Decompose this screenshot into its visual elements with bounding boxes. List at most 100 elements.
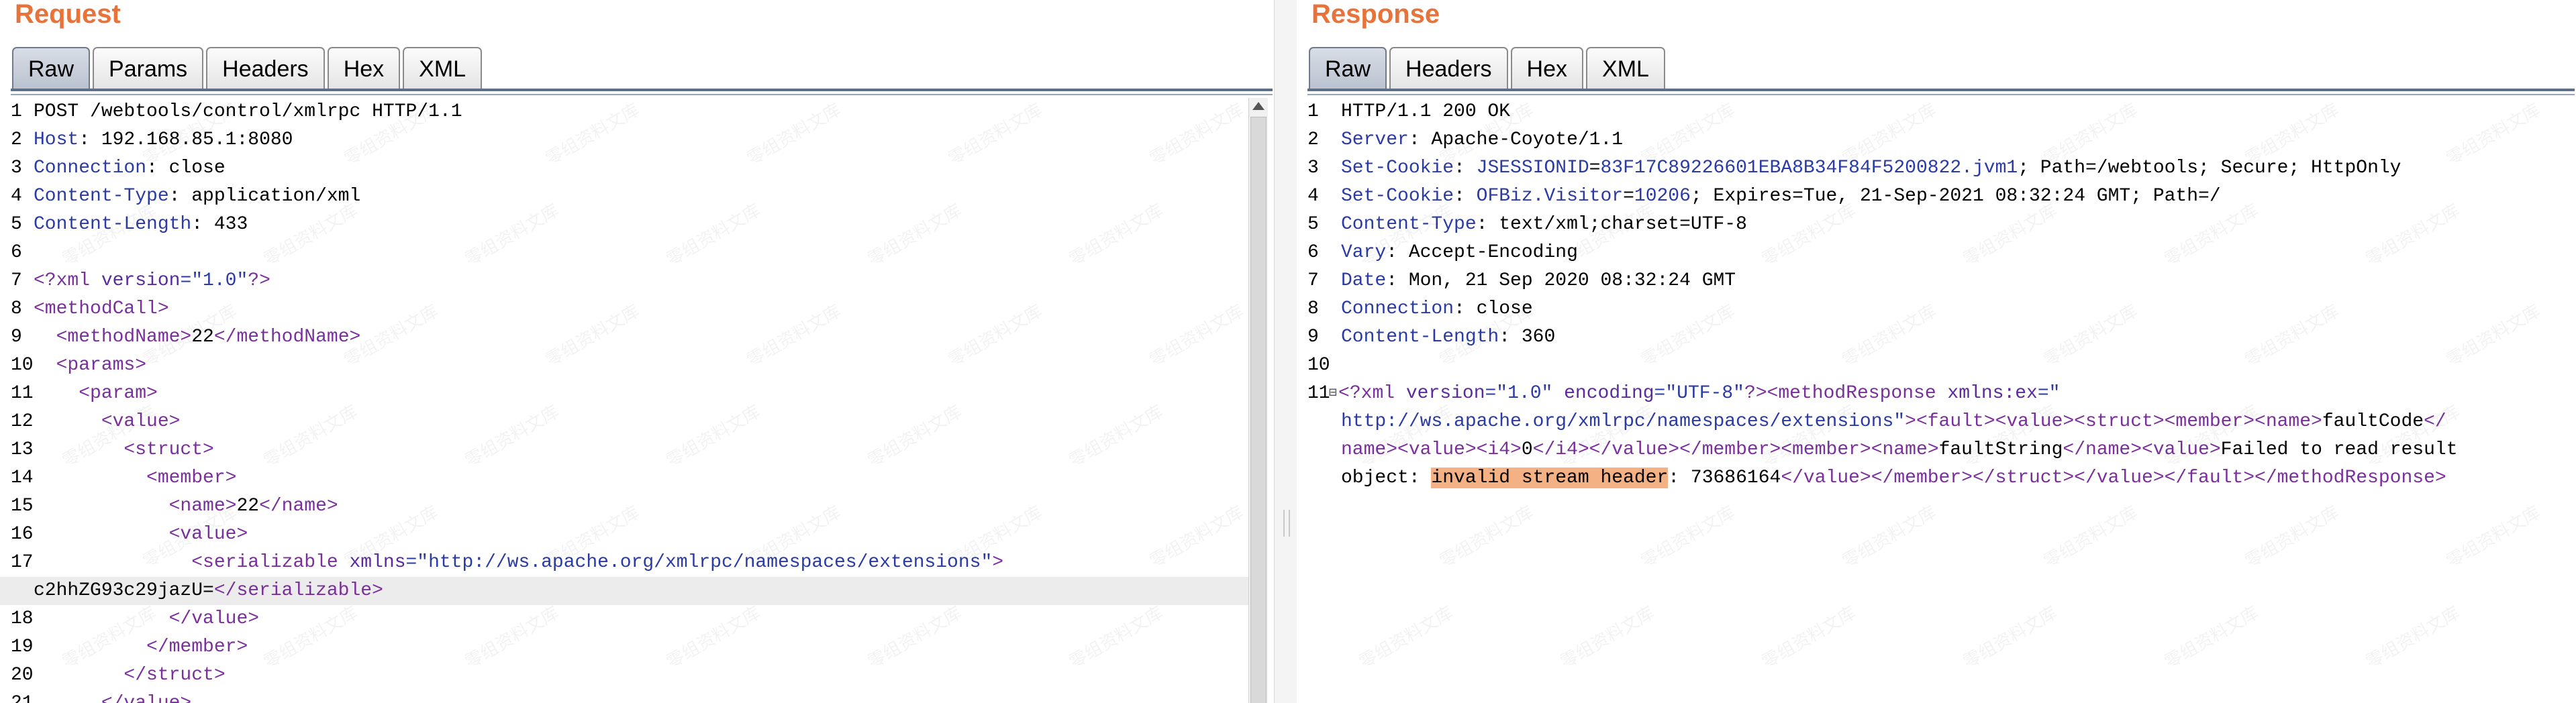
- tab-hex[interactable]: Hex: [1510, 47, 1584, 90]
- code-text: c2hhZG93c29jazU=</serializable>: [34, 577, 383, 605]
- line-number: 20: [11, 665, 34, 686]
- line-number: 12: [11, 411, 34, 432]
- scroll-up-arrow-icon[interactable]: [1252, 102, 1265, 110]
- pane-splitter[interactable]: [1274, 0, 1298, 703]
- scroll-thumb[interactable]: [1250, 117, 1267, 703]
- request-scrollbar[interactable]: [1248, 98, 1268, 703]
- code-token: <methodName>: [34, 327, 192, 347]
- line-number: 7: [11, 270, 22, 291]
- code-text: POST /webtools/control/xmlrpc HTTP/1.1: [34, 98, 462, 126]
- code-token: : 192.168.85.1:8080: [79, 129, 293, 150]
- code-line: c2hhZG93c29jazU=</serializable>: [0, 577, 1248, 605]
- code-line: 10 <params>: [0, 352, 1248, 380]
- line-number: 7: [1307, 270, 1319, 291]
- code-token: ?><methodResponse: [1744, 383, 1948, 404]
- code-token: http://ws.apache.org/xmlrpc/namespaces/e…: [1341, 411, 1905, 432]
- code-token: : Apache-Coyote/1.1: [1408, 129, 1624, 150]
- code-token: <value>: [34, 411, 181, 432]
- line-number: 8: [1307, 299, 1319, 319]
- tab-raw[interactable]: Raw: [12, 47, 91, 90]
- code-line: 5 Content-Length: 433: [0, 211, 1248, 239]
- code-token: Content-Type: [1341, 214, 1477, 235]
- code-token: encoding: [1564, 383, 1654, 404]
- code-token: faultCode: [2322, 411, 2424, 432]
- code-text: Content-Length: 433: [34, 211, 248, 239]
- tab-headers[interactable]: Headers: [1389, 47, 1508, 90]
- fold-toggle-icon[interactable]: ⊟: [1329, 386, 1337, 401]
- code-text: </struct>: [34, 661, 225, 690]
- code-text: </value>: [34, 605, 259, 633]
- tab-xml[interactable]: XML: [403, 47, 483, 90]
- splitter-grip[interactable]: [1283, 510, 1290, 537]
- line-number: 5: [1307, 214, 1319, 235]
- code-line: 10: [1297, 352, 2576, 380]
- code-token: <?xml: [1338, 383, 1406, 404]
- code-text: Vary: Accept-Encoding: [1341, 239, 1578, 267]
- code-text: <serializable xmlns="http://ws.apache.or…: [34, 549, 1003, 577]
- code-token: </i4></value></member><member><name>: [1532, 439, 1939, 460]
- tab-raw[interactable]: Raw: [1309, 47, 1387, 90]
- code-line: 2 Server: Apache-Coyote/1.1: [1297, 126, 2576, 154]
- code-text: Set-Cookie: OFBiz.Visitor=10206; Expires…: [1341, 182, 2221, 211]
- code-token: Vary: [1341, 242, 1387, 263]
- code-token: =": [2037, 383, 2061, 404]
- code-line: 7 <?xml version="1.0"?>: [0, 267, 1248, 295]
- line-number: 21: [0, 690, 34, 703]
- code-line: 4 Set-Cookie: OFBiz.Visitor=10206; Expire…: [1297, 182, 2576, 211]
- code-token: <methodCall>: [34, 299, 169, 319]
- code-line: 6 Vary: Accept-Encoding: [1297, 239, 2576, 267]
- code-text: <methodName>22</methodName>: [34, 323, 361, 352]
- tab-underline-secondary: [11, 94, 1273, 95]
- code-text: </member>: [34, 633, 248, 661]
- code-token: </: [2424, 411, 2446, 432]
- line-number: 6: [11, 242, 22, 263]
- tab-xml[interactable]: XML: [1586, 47, 1665, 90]
- code-line: http://ws.apache.org/xmlrpc/namespaces/e…: [1297, 408, 2576, 436]
- code-line: 3 Connection: close: [0, 154, 1248, 182]
- code-token: name><value><i4>: [1341, 439, 1522, 460]
- code-token: ?>: [248, 270, 270, 291]
- code-line: 17 <serializable xmlns="http://ws.apache…: [0, 549, 1248, 577]
- code-token: <?xml: [34, 270, 101, 291]
- code-text: Date: Mon, 21 Sep 2020 08:32:24 GMT: [1341, 267, 1736, 295]
- code-token: </value></member></struct></value></faul…: [1781, 468, 2446, 488]
- code-token: version: [101, 270, 181, 291]
- tab-hex[interactable]: Hex: [327, 47, 401, 90]
- code-line: object: invalid stream header: 73686164<…: [1297, 464, 2576, 492]
- code-token: : 73686164: [1668, 468, 1781, 488]
- code-line: 21 </value>: [0, 690, 1248, 703]
- code-text: <name>22</name>: [34, 492, 338, 521]
- code-token: :: [1454, 186, 1477, 207]
- code-token: =: [1623, 186, 1634, 207]
- code-token: Set-Cookie: [1341, 158, 1454, 178]
- code-token: <param>: [34, 383, 158, 404]
- code-token: Set-Cookie: [1341, 186, 1454, 207]
- tab-params[interactable]: Params: [93, 47, 204, 90]
- tab-headers[interactable]: Headers: [206, 47, 325, 90]
- code-token: version: [1405, 383, 1485, 404]
- code-token: Date: [1341, 270, 1387, 291]
- code-line: 19 </member>: [0, 633, 1248, 661]
- line-number: 9: [1307, 327, 1319, 347]
- response-editor[interactable]: 1 HTTP/1.1 200 OK 2 Server: Apache-Coyote/1…: [1297, 98, 2576, 703]
- code-token: <serializable: [34, 552, 350, 573]
- line-number: 8: [11, 299, 22, 319]
- code-line: 14 <member>: [0, 464, 1248, 492]
- request-title: Request: [15, 0, 121, 29]
- code-line: 7 Date: Mon, 21 Sep 2020 08:32:24 GMT: [1297, 267, 2576, 295]
- code-token: ="http://ws.apache.org/xmlrpc/namespaces…: [405, 552, 993, 573]
- code-token: <name>: [34, 496, 237, 517]
- code-token: POST /webtools/control/xmlrpc HTTP/1.1: [34, 101, 462, 122]
- code-line: 13 <struct>: [0, 436, 1248, 464]
- tab-underline: [1307, 89, 2575, 91]
- code-text: object: invalid stream header: 73686164<…: [1341, 464, 2446, 492]
- code-line: name><value><i4>0</i4></value></member><…: [1297, 436, 2576, 464]
- response-tabbar: Raw Headers Hex XML: [1309, 43, 1668, 90]
- code-line: 9 <methodName>22</methodName>: [0, 323, 1248, 352]
- code-token: object:: [1341, 468, 1432, 488]
- code-token: Server: [1341, 129, 1409, 150]
- code-text: name><value><i4>0</i4></value></member><…: [1341, 436, 2458, 464]
- code-token: ><fault><value><struct><member><name>: [1905, 411, 2322, 432]
- request-editor[interactable]: 1 POST /webtools/control/xmlrpc HTTP/1.1 2…: [0, 98, 1248, 703]
- line-number: 1: [11, 101, 22, 122]
